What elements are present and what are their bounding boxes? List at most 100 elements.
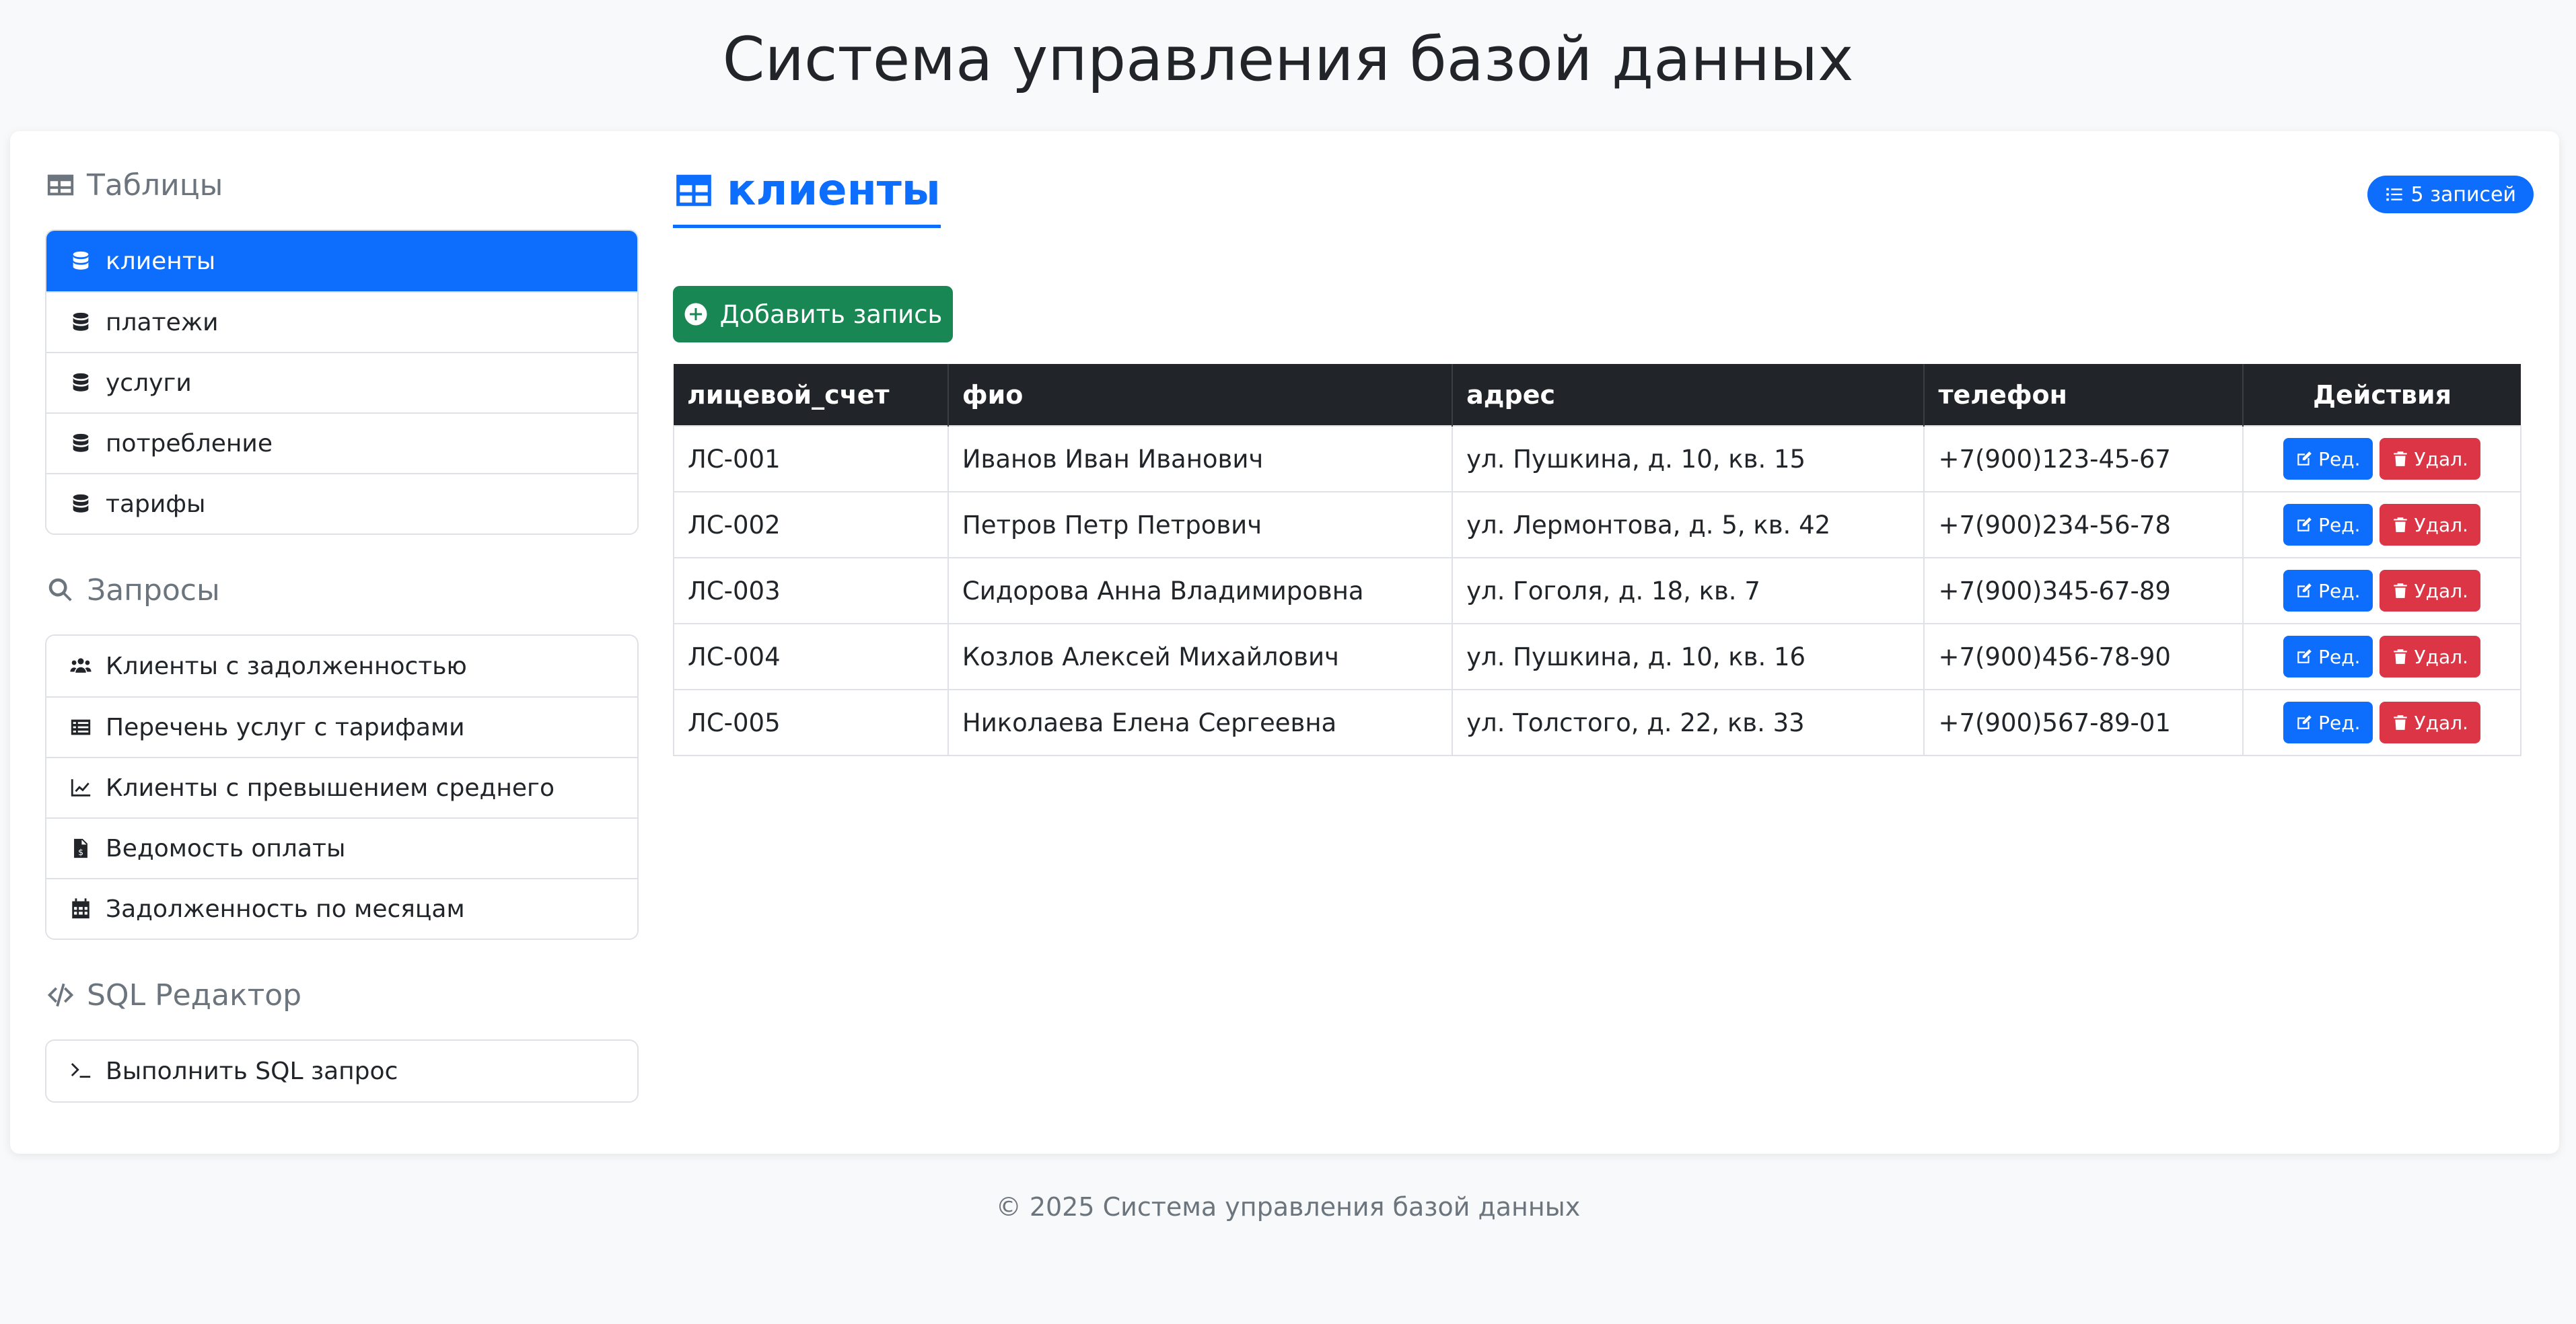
tables-heading-label: Таблицы	[87, 168, 223, 203]
sidebar-item-consumption[interactable]: потребление	[46, 412, 637, 473]
table-row: ЛС-002 Петров Петр Петрович ул. Лермонтова…	[673, 491, 2521, 558]
table-row: ЛС-003 Сидорова Анна Владимировна ул. Гого…	[673, 557, 2521, 624]
add-record-label: Добавить запись	[719, 299, 943, 329]
table-row: ЛС-001 Иванов Иван Иванович ул. Пушкина, д…	[673, 425, 2521, 492]
delete-label: Удал.	[2414, 645, 2468, 668]
table-icon	[676, 174, 711, 206]
table-icon	[47, 174, 74, 196]
edit-icon	[2297, 451, 2312, 466]
edit-label: Ред.	[2318, 579, 2361, 602]
plus-circle-icon	[684, 303, 707, 326]
footer: © 2025 Система управления базой данных	[995, 1192, 1581, 1222]
terminal-icon	[71, 1063, 91, 1078]
query-debtors[interactable]: Клиенты с задолженностью	[46, 636, 637, 696]
edit-label: Ред.	[2318, 711, 2361, 734]
sidebar-item-services[interactable]: услуги	[46, 352, 637, 412]
edit-label: Ред.	[2318, 447, 2361, 470]
delete-button[interactable]: Удал.	[2379, 702, 2480, 743]
edit-button[interactable]: Ред.	[2283, 702, 2373, 743]
edit-icon	[2297, 517, 2312, 531]
row-actions: Ред. Удал.	[2242, 425, 2521, 492]
table-cell: ЛС-002	[673, 491, 949, 558]
table-cell: +7(900)345-67-89	[1923, 557, 2244, 624]
table-cell: +7(900)456-78-90	[1923, 623, 2244, 690]
query-monthly-debt[interactable]: Задолженность по месяцам	[46, 878, 637, 939]
data-table: лицевой_счет фио адрес телефон Действия …	[673, 364, 2521, 756]
table-cell: ЛС-004	[673, 623, 949, 690]
sidebar-item-label: клиенты	[106, 247, 216, 275]
sidebar-item-payments[interactable]: платежи	[46, 291, 637, 352]
delete-label: Удал.	[2414, 447, 2468, 470]
add-record-button[interactable]: Добавить запись	[673, 286, 953, 342]
edit-button[interactable]: Ред.	[2283, 636, 2373, 677]
database-icon	[73, 251, 89, 270]
sql-item-label: Выполнить SQL запрос	[106, 1057, 398, 1085]
column-header[interactable]: лицевой_счет	[674, 364, 949, 426]
queries-heading: Запросы	[45, 570, 639, 610]
delete-button[interactable]: Удал.	[2379, 570, 2480, 612]
query-payment-statement[interactable]: $ Ведомость оплаты	[46, 817, 637, 878]
delete-button[interactable]: Удал.	[2379, 504, 2480, 546]
table-cell: ул. Пушкина, д. 10, кв. 15	[1452, 425, 1925, 492]
trash-icon	[2393, 517, 2407, 532]
delete-button[interactable]: Удал.	[2379, 636, 2480, 677]
records-count-badge: 5 записей	[2367, 176, 2534, 213]
table-cell: Николаева Елена Сергеевна	[947, 689, 1454, 756]
query-above-average[interactable]: Клиенты с превышением среднего	[46, 757, 637, 817]
row-actions: Ред. Удал.	[2242, 623, 2521, 690]
svg-text:$: $	[78, 848, 83, 858]
column-header[interactable]: адрес	[1452, 364, 1925, 426]
table-cell: +7(900)234-56-78	[1923, 491, 2244, 558]
sidebar: Таблицы клиенты платежи услуги потреблен…	[45, 165, 639, 1103]
search-icon	[48, 578, 72, 601]
edit-icon	[2297, 583, 2312, 597]
trash-icon	[2393, 715, 2407, 730]
queries-heading-label: Запросы	[87, 573, 220, 608]
records-count-label: 5 записей	[2410, 182, 2516, 207]
trash-icon	[2393, 649, 2407, 664]
database-icon	[73, 494, 89, 513]
queries-list: Клиенты с задолженностью Перечень услуг …	[45, 634, 639, 940]
run-sql-query[interactable]: Выполнить SQL запрос	[46, 1041, 637, 1101]
table-cell: +7(900)567-89-01	[1923, 689, 2244, 756]
trash-icon	[2393, 451, 2407, 466]
table-cell: +7(900)123-45-67	[1923, 425, 2244, 492]
tables-heading: Таблицы	[45, 165, 639, 205]
delete-label: Удал.	[2414, 579, 2468, 602]
table-cell: Сидорова Анна Владимировна	[947, 557, 1454, 624]
edit-icon	[2297, 649, 2312, 663]
table-row: ЛС-004 Козлов Алексей Михайлович ул. Пушки…	[673, 623, 2521, 690]
edit-button[interactable]: Ред.	[2283, 504, 2373, 546]
query-label: Задолженность по месяцам	[106, 895, 465, 923]
sidebar-item-label: услуги	[106, 369, 192, 397]
sidebar-item-clients[interactable]: клиенты	[46, 231, 637, 291]
sidebar-item-label: платежи	[106, 308, 219, 336]
main-card: Таблицы клиенты платежи услуги потреблен…	[10, 131, 2559, 1154]
sql-heading: SQL Редактор	[45, 975, 639, 1015]
table-cell: ул. Гоголя, д. 18, кв. 7	[1452, 557, 1925, 624]
table-cell: ЛС-005	[673, 689, 949, 756]
edit-button[interactable]: Ред.	[2283, 438, 2373, 480]
page-title: Система управления базой данных	[722, 24, 1854, 95]
sidebar-item-tariffs[interactable]: тарифы	[46, 473, 637, 534]
table-cell: ул. Пушкина, д. 10, кв. 16	[1452, 623, 1925, 690]
chart-line-icon	[71, 779, 91, 797]
query-label: Перечень услуг с тарифами	[106, 713, 465, 741]
table-cell: ул. Лермонтова, д. 5, кв. 42	[1452, 491, 1925, 558]
edit-label: Ред.	[2318, 513, 2361, 536]
column-header: Действия	[2243, 364, 2521, 426]
database-icon	[73, 312, 89, 331]
edit-button[interactable]: Ред.	[2283, 570, 2373, 612]
users-icon	[70, 658, 92, 673]
query-services-tariffs[interactable]: Перечень услуг с тарифами	[46, 696, 637, 757]
row-actions: Ред. Удал.	[2242, 557, 2521, 624]
list-icon	[71, 719, 91, 735]
table-cell: ул. Толстого, д. 22, кв. 33	[1452, 689, 1925, 756]
table-cell: Иванов Иван Иванович	[947, 425, 1454, 492]
table-title-label: клиенты	[727, 165, 941, 215]
edit-icon	[2297, 715, 2312, 729]
column-header[interactable]: телефон	[1924, 364, 2244, 426]
column-header[interactable]: фио	[947, 364, 1454, 426]
main-content: клиенты 5 записей Добавить запись лицево…	[673, 165, 2534, 756]
delete-button[interactable]: Удал.	[2379, 438, 2480, 480]
